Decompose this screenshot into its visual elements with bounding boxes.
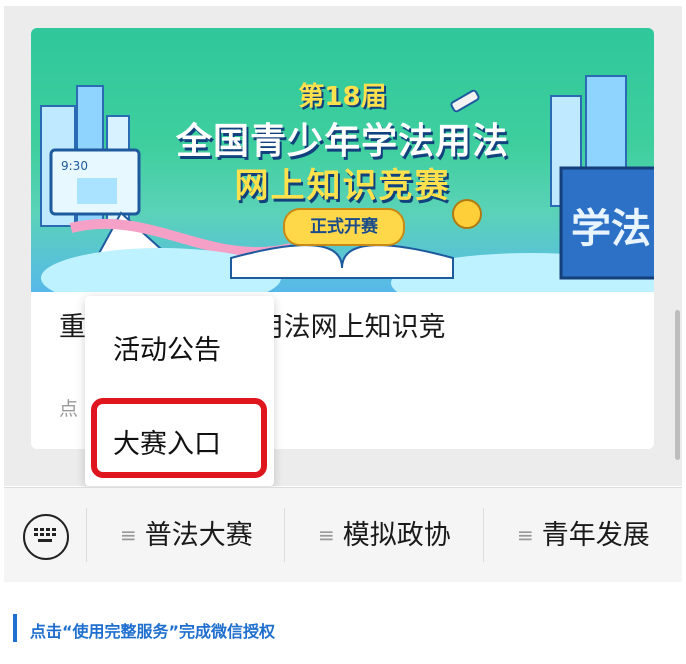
banner-edition: 第18届 [298, 82, 387, 112]
banner-start-badge: 正式开赛 [283, 208, 405, 246]
screen: 9:30 第18届 全国青少年学法用法 网上知识竞赛 正式开赛 学法 重 点 活… [0, 0, 686, 664]
banner-subtitle: 网上知识竞赛 [234, 166, 451, 206]
menu-item-youth-development[interactable]: ≡ 青年发展 [517, 488, 650, 582]
menu-item-law-contest[interactable]: ≡ 普法大赛 [120, 488, 253, 582]
footer-caption: 点击“使用完整服务”完成微信授权 [30, 622, 276, 641]
article-subtitle: 点 [59, 398, 79, 420]
menu-item-label: 青年发展 [541, 520, 650, 551]
official-account-menu-bar: ≡ 普法大赛 ≡ 模拟政协 ≡ 青年发展 [4, 487, 682, 582]
keyboard-icon[interactable] [23, 514, 69, 560]
scrollbar[interactable] [675, 310, 680, 460]
banner-image: 9:30 第18届 全国青少年学法用法 网上知识竞赛 正式开赛 学法 [31, 28, 654, 292]
menu-divider [86, 508, 87, 562]
menu-divider [483, 508, 484, 562]
menu-item-label: 普法大赛 [144, 520, 253, 551]
banner-title: 全国青少年学法用法 [175, 121, 509, 162]
highlight-box [91, 398, 267, 478]
menu-item-mock-cppcc[interactable]: ≡ 模拟政协 [318, 488, 451, 582]
submenu-item-announcement[interactable]: 活动公告 [113, 328, 221, 367]
menu-lines-icon: ≡ [517, 523, 534, 547]
menu-item-label: 模拟政协 [342, 520, 451, 551]
menu-divider [284, 508, 285, 562]
footer-accent-bar [13, 614, 17, 642]
menu-lines-icon: ≡ [120, 523, 137, 547]
banner-side-word: 学法 [571, 206, 651, 252]
menu-lines-icon: ≡ [318, 523, 335, 547]
